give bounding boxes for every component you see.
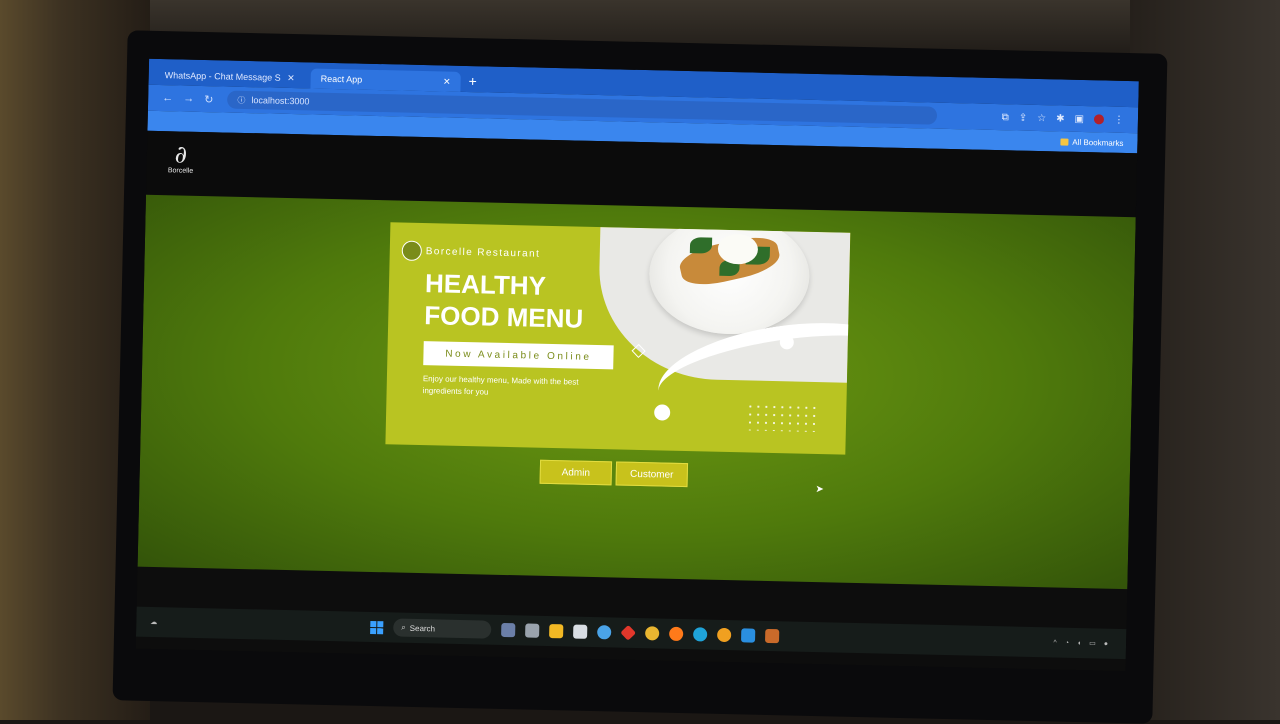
sidebar-icon[interactable]: ▣ [1074,113,1084,124]
notification-icon[interactable]: ● [1104,640,1108,647]
taskbar-search-label: Search [409,623,436,633]
firefox-icon[interactable] [669,626,684,642]
install-icon[interactable]: ⧉ [1002,112,1009,123]
windows-taskbar: ☁ ⌕ Search ^ ◔ ◖ ▭ ● [135,606,1127,660]
git-icon[interactable] [620,624,637,641]
forward-icon[interactable]: → [183,92,194,105]
tab-title: WhatsApp - Chat Message Sent [164,70,282,83]
task-view-icon[interactable] [525,623,540,638]
menu-banner: Borcelle Restaurant HEALTHY FOOD MENU No… [385,222,851,455]
back-icon[interactable]: ← [162,92,173,105]
new-tab-icon[interactable]: + [468,73,477,89]
role-buttons: Admin Customer [539,459,689,488]
logo-mark-icon: ∂ [174,140,188,169]
widgets-icon[interactable] [501,622,516,638]
app-icon[interactable] [764,628,780,644]
file-explorer-icon[interactable] [549,624,564,639]
edge-icon[interactable] [693,627,708,642]
customer-button[interactable]: Customer [615,461,689,488]
now-available-badge: Now Available Online [423,341,614,370]
volume-icon[interactable]: ◖ [1077,639,1081,646]
wifi-icon[interactable]: ◔ [1065,639,1069,646]
headline-line-1: HEALTHY [424,268,547,301]
reload-icon[interactable]: ↻ [204,93,214,106]
app-main: Borcelle Restaurant HEALTHY FOOD MENU No… [137,194,1136,590]
taskbar-center: ⌕ Search [370,618,780,645]
tab-title: React App [320,73,363,85]
extensions-icon[interactable]: ✱ [1056,113,1065,124]
plate-image [648,222,811,336]
leaf-logo-icon [401,240,423,262]
chevron-up-icon[interactable]: ^ [1053,639,1056,646]
banner-tagline: Enjoy our healthy menu, Made with the be… [422,374,579,397]
folder-icon [1060,137,1069,146]
toolbar-icons: ⧉ ⇪ ☆ ✱ ▣ ⋮ [1002,112,1125,126]
all-bookmarks[interactable]: All Bookmarks [1060,137,1124,148]
banner-headline: HEALTHY FOOD MENU [424,267,584,335]
address-text: localhost:3000 [251,95,310,107]
edge-dev-icon[interactable] [597,625,612,640]
chrome-icon[interactable] [645,626,660,641]
brand-name: Borcelle Restaurant [425,245,541,260]
share-icon[interactable]: ⇪ [1019,112,1028,123]
nav-buttons: ← → ↻ [162,92,214,106]
laptop-bezel: WhatsApp - Chat Message Sent ✕ React App… [112,30,1168,724]
taskbar-search[interactable]: ⌕ Search [393,618,492,639]
decorative-dot-grid [745,402,817,433]
site-info-icon[interactable]: ⓘ [237,94,245,105]
close-tab-icon[interactable]: ✕ [443,76,451,87]
search-icon: ⌕ [401,622,406,632]
app-logo[interactable]: ∂ Borcelle [160,140,201,188]
battery-icon[interactable]: ▭ [1089,639,1096,647]
windows-start-icon[interactable] [370,620,384,634]
system-tray: ^ ◔ ◖ ▭ ● [1053,638,1108,647]
logo-text: Borcelle [167,167,194,175]
all-bookmarks-label: All Bookmarks [1072,137,1124,148]
headline-line-2: FOOD MENU [424,300,584,334]
store-icon[interactable] [573,624,588,639]
restaurant-brand: Borcelle Restaurant [401,240,541,264]
admin-button[interactable]: Admin [539,459,613,486]
vscode-icon[interactable] [741,628,756,643]
profile-avatar[interactable] [1093,113,1105,124]
menu-icon[interactable]: ⋮ [1114,114,1124,125]
laptop-screen: WhatsApp - Chat Message Sent ✕ React App… [135,58,1139,672]
close-tab-icon[interactable]: ✕ [287,72,295,83]
chrome-canary-icon[interactable] [717,627,732,643]
mouse-cursor-icon: ➤ [815,484,825,496]
weather-widget[interactable]: ☁ [150,618,210,627]
star-icon[interactable]: ☆ [1037,112,1046,123]
